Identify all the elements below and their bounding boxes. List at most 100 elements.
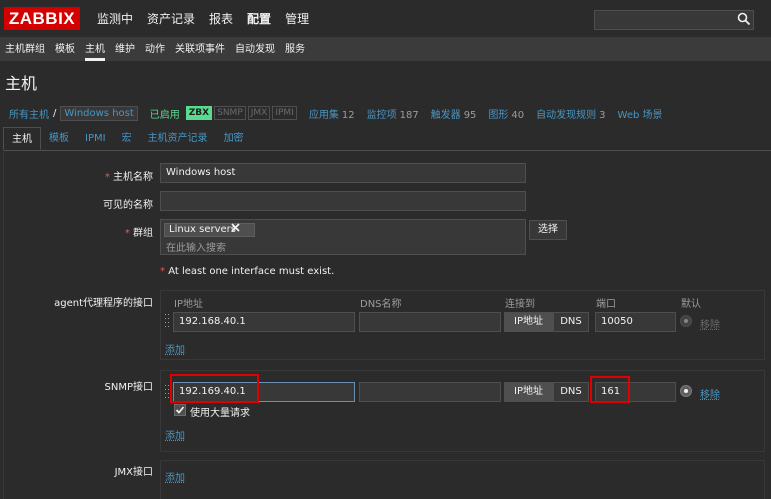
snmp-interfaces-label: SNMP接口: [104, 382, 154, 393]
breadcrumb-separator: /: [53, 107, 57, 119]
submenu-actions[interactable]: 动作: [140, 38, 170, 61]
breadcrumb-current-host[interactable]: Windows host: [60, 105, 138, 121]
agent-connect-dns-button[interactable]: DNS: [553, 312, 589, 332]
availability-snmp: SNMP: [214, 106, 246, 120]
breadcrumb-applications[interactable]: 应用集 12: [309, 106, 355, 121]
jmx-interfaces-box: [160, 460, 765, 499]
breadcrumb-graphs-count: 40: [511, 109, 525, 121]
required-mark: *: [124, 228, 130, 239]
required-mark: *: [104, 172, 110, 183]
breadcrumb-discovery-label[interactable]: 自动发现规则: [536, 110, 596, 121]
groups-label: * 群组: [3, 224, 153, 239]
submenu-hosts[interactable]: 主机: [80, 38, 110, 61]
host-name-label: * 主机名称: [3, 168, 153, 183]
host-name-input[interactable]: Windows host: [160, 163, 526, 183]
breadcrumb-triggers-count: 95: [463, 109, 477, 121]
breadcrumb-all-hosts[interactable]: 所有主机: [9, 106, 49, 121]
agent-connect-ip-button[interactable]: IP地址: [504, 312, 553, 332]
submenu-maintenance[interactable]: 维护: [110, 38, 140, 61]
visible-name-label: 可见的名称: [103, 200, 153, 211]
group-tag-linux-servers[interactable]: Linux servers: [164, 223, 255, 237]
col-connect: 连接到: [505, 299, 535, 310]
availability-jmx: JMX: [247, 106, 271, 120]
top-navigation: ZABBIX 监测中 资产记录 报表 配置 管理: [0, 0, 771, 38]
breadcrumb-items-count: 187: [399, 109, 419, 121]
snmp-add-link[interactable]: 添加: [165, 427, 185, 442]
breadcrumb-discovery-rules[interactable]: 自动发现规则 3: [536, 106, 605, 121]
interface-required-note: * At least one interface must exist.: [160, 266, 334, 277]
availability-ipmi: IPMI: [272, 106, 297, 120]
submenu-services[interactable]: 服务: [280, 38, 310, 61]
submenu-correlation[interactable]: 关联项事件: [170, 38, 230, 61]
main-menu: 监测中 资产记录 报表 配置 管理: [90, 0, 316, 38]
groups-label-text: 群组: [133, 228, 153, 239]
tab-host[interactable]: 主机: [3, 127, 41, 150]
menu-reports[interactable]: 报表: [202, 0, 240, 38]
agent-ip-input[interactable]: 192.168.40.1: [173, 312, 355, 332]
breadcrumb-items-label[interactable]: 监控项: [367, 110, 397, 121]
select-groups-button[interactable]: 选择: [529, 220, 567, 240]
snmp-connect-dns-button[interactable]: DNS: [553, 382, 589, 402]
breadcrumb-graphs[interactable]: 图形 40: [488, 106, 524, 121]
breadcrumb-triggers-label[interactable]: 触发器: [431, 110, 461, 121]
breadcrumb-triggers[interactable]: 触发器 95: [431, 106, 477, 121]
menu-inventory[interactable]: 资产记录: [140, 0, 202, 38]
required-note-text: At least one interface must exist.: [168, 266, 335, 277]
jmx-interfaces-label: JMX接口: [114, 467, 153, 478]
form-tabs: 主机 模板 IPMI 宏 主机资产记录 加密: [3, 127, 771, 151]
breadcrumb-discovery-count: 3: [599, 109, 606, 121]
highlight-snmp-port: [590, 376, 630, 403]
snmp-default-radio[interactable]: [680, 385, 692, 397]
breadcrumb-items[interactable]: 监控项 187: [367, 106, 419, 121]
submenu-templates[interactable]: 模板: [50, 38, 80, 61]
submenu-discovery[interactable]: 自动发现: [230, 38, 280, 61]
search-input[interactable]: [594, 10, 754, 30]
highlight-snmp-ip: [170, 374, 259, 403]
col-default: 默认: [681, 299, 701, 310]
snmp-remove-link[interactable]: 移除: [700, 386, 720, 401]
groups-search-placeholder[interactable]: 在此输入搜索: [166, 239, 226, 254]
breadcrumb-applications-count: 12: [341, 109, 355, 121]
bulk-requests-label[interactable]: 使用大量请求: [190, 404, 250, 419]
visible-name-input[interactable]: [160, 191, 526, 211]
search-icon[interactable]: [737, 12, 751, 26]
breadcrumb-web-label[interactable]: Web 场景: [618, 110, 663, 121]
col-port: 端口: [596, 299, 616, 310]
agent-add-link[interactable]: 添加: [165, 341, 185, 356]
tab-templates[interactable]: 模板: [41, 127, 77, 150]
agent-remove-link[interactable]: 移除: [700, 316, 720, 331]
menu-configuration[interactable]: 配置: [240, 0, 278, 38]
host-name-label-text: 主机名称: [113, 172, 153, 183]
agent-dns-input[interactable]: [359, 312, 501, 332]
agent-default-radio[interactable]: [680, 315, 692, 327]
groups-multiselect[interactable]: Linux servers 在此输入搜索: [160, 219, 526, 255]
breadcrumb-applications-label[interactable]: 应用集: [309, 110, 339, 121]
status-badge[interactable]: 已启用: [150, 106, 180, 121]
breadcrumb-web-scenarios[interactable]: Web 场景: [618, 106, 663, 121]
snmp-dns-input[interactable]: [359, 382, 501, 402]
sub-menu: 主机群组 模板 主机 维护 动作 关联项事件 自动发现 服务: [0, 38, 771, 61]
tab-encryption[interactable]: 加密: [216, 127, 252, 150]
close-icon[interactable]: [231, 223, 240, 232]
snmp-connect-ip-button[interactable]: IP地址: [504, 382, 553, 402]
jmx-add-link[interactable]: 添加: [165, 469, 185, 484]
bulk-requests-checkbox[interactable]: [174, 404, 186, 416]
zabbix-logo[interactable]: ZABBIX: [4, 7, 80, 30]
breadcrumb: 所有主机 / Windows host 已启用 ZBX SNMP JMX IPM…: [0, 101, 771, 125]
drag-handle-icon[interactable]: [165, 313, 170, 329]
page-title: 主机: [5, 74, 38, 93]
tab-macros[interactable]: 宏: [114, 127, 140, 150]
agent-interfaces-label: agent代理程序的接口: [54, 298, 153, 309]
availability-zbx: ZBX: [185, 106, 213, 120]
menu-administration[interactable]: 管理: [278, 0, 316, 38]
required-mark: *: [160, 266, 165, 277]
tab-inventory[interactable]: 主机资产记录: [140, 127, 216, 150]
tab-ipmi[interactable]: IPMI: [77, 127, 114, 150]
agent-port-input[interactable]: 10050: [595, 312, 676, 332]
col-ip: IP地址: [174, 299, 203, 310]
checkmark-icon: [175, 406, 185, 414]
submenu-host-groups[interactable]: 主机群组: [0, 38, 50, 61]
breadcrumb-graphs-label[interactable]: 图形: [488, 110, 508, 121]
group-tag-label: Linux servers: [169, 224, 236, 235]
menu-monitoring[interactable]: 监测中: [90, 0, 140, 38]
